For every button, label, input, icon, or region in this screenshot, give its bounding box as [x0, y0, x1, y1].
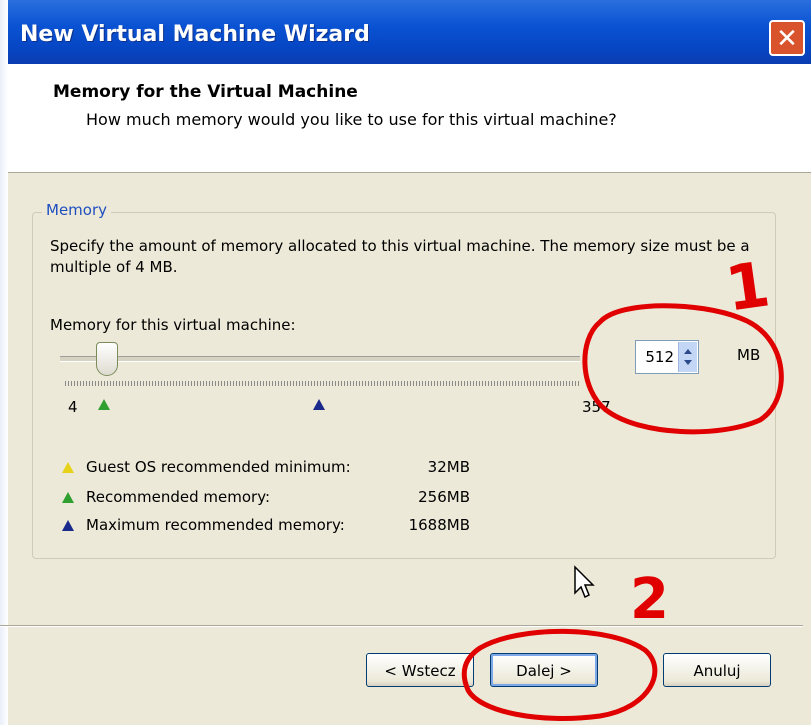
legend-row-maximum: Maximum recommended memory: 1688MB [62, 516, 470, 534]
legend-label: Maximum recommended memory: [86, 516, 345, 534]
window-title: New Virtual Machine Wizard [20, 22, 370, 47]
slider-max-label: 357 [582, 398, 611, 416]
desktop-edge [0, 0, 8, 725]
memory-group-label: Memory [42, 201, 112, 219]
recommended-memory-marker-icon [98, 399, 110, 410]
button-separator [0, 625, 803, 627]
cancel-button[interactable]: Anuluj [663, 653, 771, 687]
memory-field-label: Memory for this virtual machine: [50, 316, 296, 334]
slider-min-label: 4 [68, 398, 78, 416]
spin-up-icon[interactable] [684, 349, 692, 354]
memory-slider-ticks [65, 381, 581, 386]
triangle-yellow-icon [62, 462, 74, 473]
legend-row-minimum: Guest OS recommended minimum: 32MB [62, 458, 470, 476]
title-bar[interactable]: New Virtual Machine Wizard ✕ [8, 0, 811, 64]
next-button[interactable]: Dalej > [490, 653, 598, 687]
annotation-number-2: 2 [630, 567, 669, 632]
page-title: Memory for the Virtual Machine [53, 82, 358, 102]
legend-value: 32MB [427, 458, 470, 476]
legend-label: Guest OS recommended minimum: [86, 458, 351, 476]
spin-down-icon[interactable] [684, 360, 692, 365]
triangle-green-icon [62, 492, 74, 503]
legend-value: 256MB [418, 488, 470, 506]
legend-value: 1688MB [408, 516, 470, 534]
back-button[interactable]: < Wstecz [366, 653, 474, 687]
memory-description: Specify the amount of memory allocated t… [50, 237, 750, 276]
memory-slider-track[interactable] [60, 356, 580, 362]
mouse-pointer-icon [574, 565, 595, 599]
maximum-recommended-marker-icon [313, 399, 325, 410]
page-subtitle: How much memory would you like to use fo… [86, 110, 617, 129]
wizard-header: Memory for the Virtual Machine How much … [8, 64, 811, 173]
memory-size-value: 512 [645, 348, 674, 366]
close-icon: ✕ [776, 24, 798, 54]
close-button[interactable]: ✕ [769, 20, 805, 56]
legend-label: Recommended memory: [86, 488, 271, 506]
memory-size-input[interactable]: 512 [635, 340, 699, 374]
memory-spinner[interactable] [678, 342, 697, 372]
memory-slider-thumb[interactable] [96, 342, 118, 376]
legend-row-recommended: Recommended memory: 256MB [62, 488, 470, 506]
memory-unit-label: MB [737, 346, 761, 364]
triangle-navy-icon [62, 520, 74, 531]
